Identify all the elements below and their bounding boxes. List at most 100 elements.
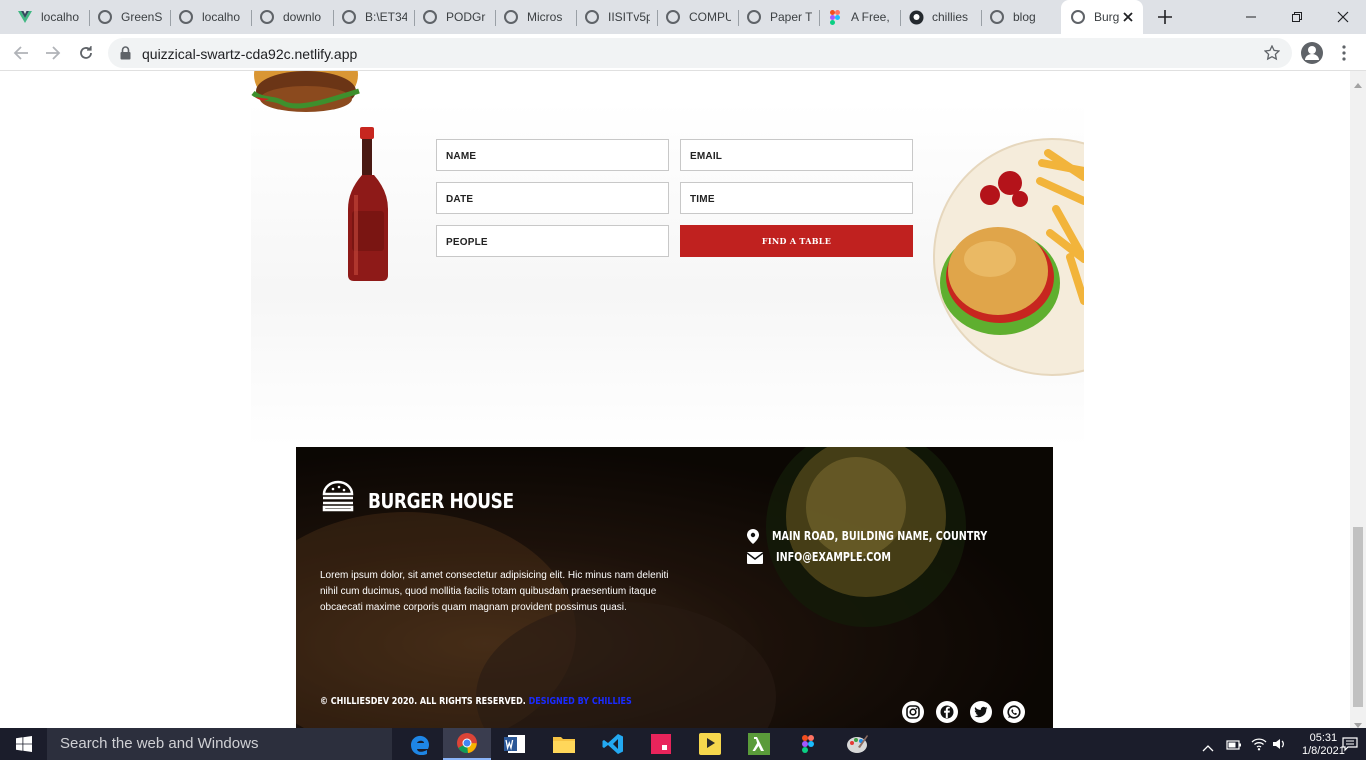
browser-tab[interactable]: PODGr — [422, 4, 488, 30]
facebook-icon — [940, 705, 954, 719]
arrow-left-icon — [13, 46, 28, 60]
tab-label: downlo — [283, 10, 322, 24]
burger-logo-icon — [320, 478, 356, 519]
tab-divider — [981, 10, 982, 26]
whatsapp-link[interactable] — [1003, 701, 1025, 723]
map-pin-icon — [747, 529, 759, 549]
tab-label: Micros — [527, 10, 563, 24]
globe-icon — [989, 9, 1005, 25]
profile-avatar-button[interactable] — [1299, 40, 1325, 66]
taskbar-edge[interactable] — [395, 728, 443, 760]
tab-divider — [333, 10, 334, 26]
copyright-text: © CHILLIESDEV 2020. ALL RIGHTS RESERVED. — [320, 696, 526, 707]
lock-icon — [120, 46, 131, 65]
browser-tab[interactable]: GreenS — [97, 4, 163, 30]
footer-address: MAIN ROAD, BUILDING NAME, COUNTRY — [772, 529, 988, 543]
time-field[interactable]: TIME — [680, 182, 913, 214]
browser-tab[interactable]: localho — [17, 4, 85, 30]
word-icon — [504, 735, 525, 753]
lambda-icon — [748, 733, 770, 755]
browser-tab[interactable]: IISITv5p — [584, 4, 650, 30]
notifications-icon[interactable] — [1342, 736, 1358, 757]
instagram-link[interactable] — [902, 701, 924, 723]
tab-label: localho — [41, 10, 80, 24]
taskbar-word[interactable] — [491, 728, 539, 760]
chrome-icon — [457, 733, 477, 754]
tab-divider — [170, 10, 171, 26]
forward-button[interactable] — [40, 40, 66, 66]
battery-icon[interactable] — [1226, 738, 1242, 756]
browser-tab[interactable]: Micros — [503, 4, 569, 30]
taskbar-app-red[interactable] — [637, 728, 685, 760]
new-tab-button[interactable] — [1154, 6, 1176, 28]
tab-label: PODGr — [446, 10, 486, 24]
taskbar-lambda-app[interactable] — [735, 728, 783, 760]
restore-button[interactable] — [1274, 4, 1320, 30]
minimize-button[interactable] — [1228, 4, 1274, 30]
tab-divider — [657, 10, 658, 26]
browser-tab[interactable]: Paper T — [746, 4, 812, 30]
taskbar-chrome[interactable] — [443, 728, 491, 760]
taskbar-paint[interactable] — [833, 728, 881, 760]
taskbar-clock[interactable]: 05:31 1/8/2021 — [1302, 732, 1345, 758]
tab-label: B:\ET34 — [365, 10, 407, 24]
tab-label: Burg — [1094, 10, 1120, 24]
bookmark-star-icon[interactable] — [1263, 44, 1281, 66]
tab-label: IISITv5p — [608, 10, 650, 24]
reload-icon — [80, 46, 92, 59]
people-field[interactable]: PEOPLE — [436, 225, 669, 257]
facebook-link[interactable] — [936, 701, 958, 723]
tab-divider — [819, 10, 820, 26]
taskbar-player[interactable] — [686, 728, 734, 760]
browser-tab[interactable]: downlo — [259, 4, 325, 30]
wifi-icon[interactable] — [1251, 737, 1267, 756]
date-field[interactable]: DATE — [436, 182, 669, 214]
volume-icon[interactable] — [1272, 737, 1286, 756]
more-vert-icon — [1342, 45, 1346, 61]
globe-icon — [422, 9, 438, 25]
github-icon — [908, 9, 924, 25]
taskbar-search-box[interactable]: Search the web and Windows — [47, 728, 392, 760]
taskbar-figma[interactable] — [784, 728, 832, 760]
browser-tab-active[interactable]: Burg — [1061, 0, 1143, 34]
globe-icon — [746, 9, 762, 25]
scroll-up-arrow-icon[interactable] — [1354, 75, 1362, 93]
close-window-button[interactable] — [1320, 4, 1366, 30]
globe-icon — [1070, 9, 1086, 25]
browser-tab[interactable]: A Free, — [827, 4, 893, 30]
browser-tab[interactable]: chillies — [908, 4, 974, 30]
address-bar[interactable]: quizzical-swartz-cda92c.netlify.app — [108, 38, 1292, 68]
name-field[interactable]: NAME — [436, 139, 669, 171]
start-button[interactable] — [0, 728, 47, 760]
show-hidden-icons-button[interactable] — [1202, 739, 1214, 757]
designer-credit-link[interactable]: DESIGNED BY CHILLIES — [529, 696, 632, 707]
url-text: quizzical-swartz-cda92c.netlify.app — [142, 46, 358, 62]
taskbar-file-explorer[interactable] — [540, 728, 588, 760]
tab-label: chillies — [932, 10, 969, 24]
globe-icon — [97, 9, 113, 25]
browser-tab[interactable]: COMPU — [665, 4, 731, 30]
twitter-link[interactable] — [970, 701, 992, 723]
taskbar-vscode[interactable] — [589, 728, 637, 760]
tab-divider — [251, 10, 252, 26]
scrollbar-thumb[interactable] — [1353, 527, 1363, 707]
folder-icon — [553, 737, 575, 753]
browser-tab[interactable]: B:\ET34 — [341, 4, 407, 30]
arrow-right-icon — [46, 46, 61, 60]
footer-brand-name: BURGER HOUSE — [368, 489, 514, 513]
back-button[interactable] — [8, 40, 34, 66]
tab-divider — [738, 10, 739, 26]
vertical-scrollbar[interactable] — [1350, 71, 1366, 728]
find-a-table-button[interactable]: FIND A TABLE — [680, 225, 913, 257]
close-tab-icon[interactable] — [1121, 10, 1135, 24]
browser-tab[interactable]: blog — [989, 4, 1055, 30]
player-icon — [699, 733, 721, 755]
footer-email-link[interactable]: INFO@EXAMPLE.COM — [776, 550, 891, 564]
clock-date: 1/8/2021 — [1302, 745, 1345, 757]
footer-copyright: © CHILLIESDEV 2020. ALL RIGHTS RESERVED.… — [320, 696, 632, 707]
reload-button[interactable] — [73, 40, 99, 66]
browser-tab[interactable]: localho — [178, 4, 244, 30]
browser-menu-button[interactable] — [1331, 40, 1357, 66]
instagram-icon — [906, 705, 920, 719]
email-field[interactable]: EMAIL — [680, 139, 913, 171]
